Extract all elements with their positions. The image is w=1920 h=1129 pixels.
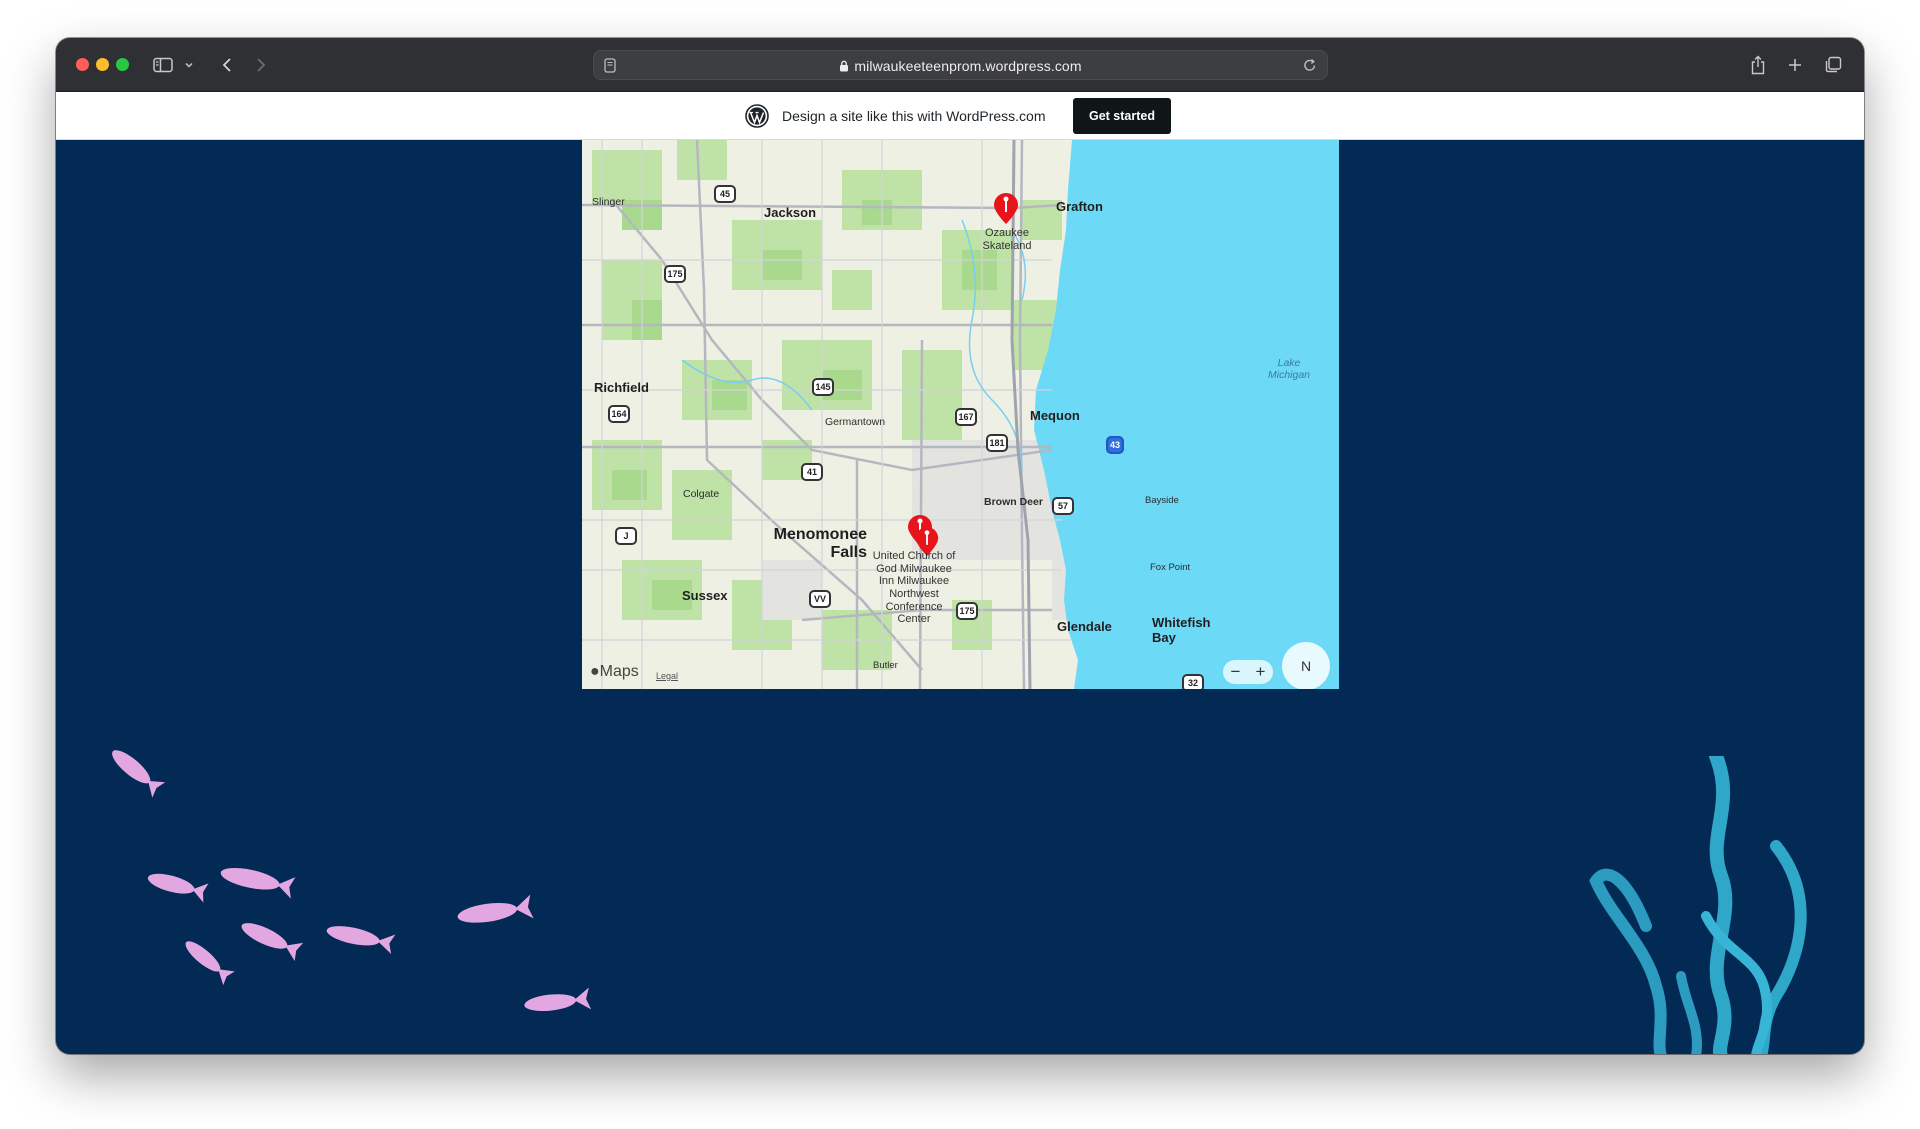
route-shield: 45: [714, 185, 736, 203]
fish-illustration: [112, 750, 166, 798]
share-icon[interactable]: [1749, 53, 1767, 77]
route-shield: VV: [809, 590, 831, 608]
map-label-slinger: Slinger: [592, 196, 625, 208]
plus-icon[interactable]: [1786, 53, 1804, 77]
map-label-brown-deer: Brown Deer: [984, 496, 1043, 508]
fish-illustration: [147, 873, 209, 903]
map-label-jackson: Jackson: [764, 205, 817, 220]
poi-church-line2: God Milwaukee: [876, 562, 952, 575]
map-label-lake: Lake: [1277, 357, 1301, 369]
map-label-mequon: Mequon: [1030, 408, 1080, 423]
map-label-menomonee: Menomonee: [773, 526, 867, 543]
map-label-michigan: Michigan: [1268, 369, 1311, 382]
map-label-colgate: Colgate: [683, 488, 720, 500]
back-arrow-icon[interactable]: [219, 53, 235, 77]
map-label-sussex: Sussex: [682, 588, 728, 603]
poi-church-line3: Inn Milwaukee: [878, 575, 950, 588]
maps-legal-link[interactable]: Legal: [656, 671, 678, 681]
map-label-bay: Bay: [1152, 629, 1176, 645]
address-bar[interactable]: milwaukeeteenprom.wordpress.com: [593, 50, 1328, 80]
route-shield: 145: [812, 378, 834, 396]
map-label-bayside: Bayside: [1145, 495, 1179, 506]
embedded-map[interactable]: Slinger Jackson Grafton Richfield German…: [582, 140, 1339, 689]
compass-button[interactable]: N: [1282, 642, 1330, 689]
route-shield: 164: [608, 405, 630, 423]
zoom-control: − +: [1223, 660, 1273, 684]
map-label-falls: Falls: [830, 544, 867, 562]
map-label-glendale: Glendale: [1057, 619, 1112, 634]
lock-icon: [839, 59, 849, 75]
route-shield: 181: [986, 434, 1008, 452]
wordpress-banner-text: Design a site like this with WordPress.c…: [782, 108, 1046, 124]
reload-icon[interactable]: [1303, 57, 1317, 78]
map-label-butler: Butler: [873, 660, 898, 671]
tab-overview-icon[interactable]: [1823, 53, 1843, 77]
close-window-button[interactable]: [76, 58, 89, 71]
route-shield: 175: [956, 602, 978, 620]
fish-illustration: [185, 941, 235, 986]
maximize-window-button[interactable]: [116, 58, 129, 71]
sidebar-toggle-icon[interactable]: [152, 53, 174, 77]
fish-illustration: [524, 987, 592, 1012]
route-shield: 32: [1182, 674, 1204, 689]
map-label-fox-point: Fox Point: [1150, 562, 1191, 573]
poi-church-line4: Northwest: [889, 587, 939, 600]
map-label-menomonee-falls: Menomonee Falls: [752, 526, 867, 563]
apple-maps-logo: ●Maps: [590, 663, 639, 681]
poi-ozaukee-line2: Skateland: [982, 239, 1032, 252]
seaweed-illustration: [1589, 756, 1807, 1054]
fish-illustration: [241, 923, 304, 961]
fish-illustration: [220, 867, 296, 899]
map-label-whitefish-bay: Whitefish Bay: [1152, 615, 1211, 646]
forward-arrow-icon[interactable]: [253, 53, 269, 77]
chevron-down-icon[interactable]: [183, 53, 195, 77]
route-shield: J: [615, 527, 637, 545]
map-pin-icon[interactable]: [991, 192, 1021, 226]
minimize-window-button[interactable]: [96, 58, 109, 71]
browser-toolbar: milwaukeeteenprom.wordpress.com: [56, 38, 1864, 92]
poi-church-inn[interactable]: United Church of God Milwaukee Inn Milwa…: [864, 550, 964, 626]
route-shield-interstate: 43: [1106, 436, 1124, 454]
map-label-whitefish: Whitefish: [1152, 615, 1211, 630]
poi-ozaukee-skateland[interactable]: Ozaukee Skateland: [977, 227, 1037, 252]
fish-illustration: [457, 894, 534, 923]
map-label-germantown: Germantown: [825, 416, 886, 428]
map-label-richfield: Richfield: [594, 380, 649, 395]
route-shield: 167: [955, 408, 977, 426]
fish-illustration: [326, 926, 396, 955]
page-content: Slinger Jackson Grafton Richfield German…: [56, 140, 1864, 1054]
get-started-button[interactable]: Get started: [1073, 98, 1171, 134]
route-shield: 41: [801, 463, 823, 481]
apple-logo-icon: ●: [590, 663, 600, 680]
poi-church-line6: Center: [897, 613, 931, 626]
compass-north-label: N: [1300, 658, 1312, 674]
url-display: milwaukeeteenprom.wordpress.com: [594, 58, 1327, 75]
zoom-in-button[interactable]: +: [1256, 662, 1266, 682]
poi-church-line1: United Church of: [872, 550, 956, 562]
zoom-out-button[interactable]: −: [1231, 662, 1241, 682]
url-text: milwaukeeteenprom.wordpress.com: [854, 58, 1082, 74]
wordpress-banner: Design a site like this with WordPress.c…: [56, 92, 1864, 140]
browser-window: milwaukeeteenprom.wordpress.com Design a…: [56, 38, 1864, 1054]
poi-church-line5: Conference: [885, 600, 943, 613]
maps-brand-text: Maps: [599, 663, 639, 680]
map-label-lake-michigan: Lake Michigan: [1268, 357, 1310, 381]
map-label-grafton: Grafton: [1056, 199, 1103, 214]
route-shield: 57: [1052, 497, 1074, 515]
wordpress-logo-icon: [745, 104, 769, 133]
poi-ozaukee-line1: Ozaukee: [984, 227, 1030, 239]
route-shield: 175: [664, 265, 686, 283]
